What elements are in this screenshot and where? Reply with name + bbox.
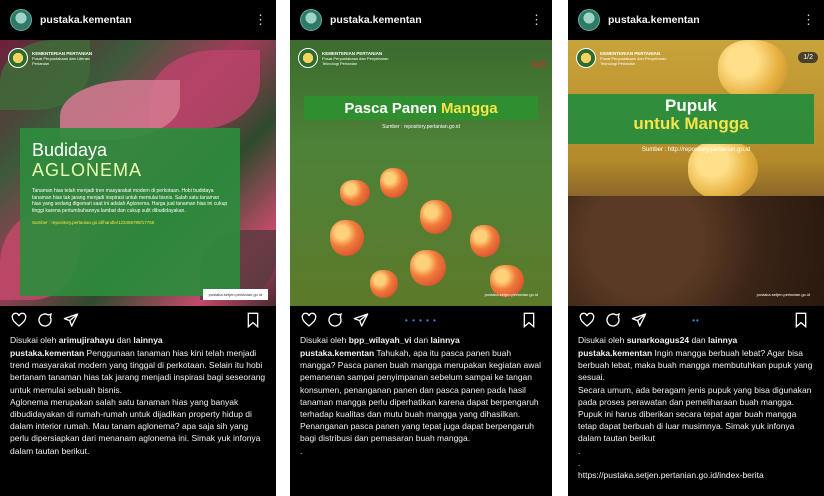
info-card: Budidaya AGLONEMA Tanaman hias telah men… — [20, 128, 240, 296]
carousel-pager: •• — [692, 315, 700, 325]
mango-fruit — [340, 180, 370, 206]
mango-fruit — [420, 200, 452, 234]
caption-username[interactable]: pustaka.kementan — [578, 348, 652, 358]
post-username[interactable]: pustaka.kementan — [330, 14, 530, 26]
more-options-icon[interactable]: ⋮ — [530, 12, 543, 28]
caption-link[interactable]: https://pustaka.setjen.pertanian.go.id/i… — [578, 469, 814, 481]
card-title: Budidaya — [32, 140, 108, 160]
post-header: pustaka.kementan ⋮ — [568, 0, 824, 40]
carousel-counter-badge: 1/2 — [798, 52, 818, 63]
liked-by-others[interactable]: lainnya — [708, 335, 737, 345]
site-tag: pustaka.setjen.pertanian.go.id — [756, 292, 810, 297]
post-header: pustaka.kementan ⋮ — [290, 0, 552, 40]
liked-by-others[interactable]: lainnya — [430, 335, 459, 345]
post-actions — [0, 306, 276, 334]
ministry-seal-icon — [576, 48, 596, 68]
card-subtitle: AGLONEMA — [32, 160, 143, 180]
post-actions: • • • • • — [290, 306, 552, 334]
liked-by-user[interactable]: bpp_wilayah_vi — [349, 335, 412, 345]
card-body: Tanaman hias telah menjadi tren masyarak… — [32, 188, 228, 214]
post-image[interactable]: KEMENTERIAN PERTANIAN Pusat Perpustakaan… — [290, 40, 552, 306]
mango-fruit — [470, 225, 500, 257]
ministry-logo: KEMENTERIAN PERTANIAN Pusat Perpustakaan… — [298, 48, 392, 68]
post-header: pustaka.kementan ⋮ — [0, 0, 276, 40]
liked-by-prefix: Disukai oleh — [10, 335, 57, 345]
mango-fruit — [410, 250, 446, 286]
avatar[interactable] — [10, 9, 32, 31]
instagram-post-aglonema: pustaka.kementan ⋮ KEMENTERIAN PERTANIAN… — [0, 0, 276, 496]
avatar[interactable] — [578, 9, 600, 31]
liked-by-user[interactable]: arimujirahayu — [59, 335, 115, 345]
bookmark-icon[interactable] — [242, 309, 264, 331]
caption-text: . — [578, 457, 581, 468]
post-actions: •• — [568, 306, 824, 334]
bookmark-icon[interactable] — [790, 309, 812, 331]
ministry-seal-icon — [298, 48, 318, 68]
image-title: Pasca Panen — [344, 99, 437, 117]
caption-text: Penanganan pasca panen yang tepat juga d… — [300, 421, 534, 444]
carousel-pager: • • • • • — [405, 315, 437, 325]
post-image[interactable]: KEMENTERIAN PERTANIAN Pusat Perpustakaan… — [0, 40, 276, 306]
post-username[interactable]: pustaka.kementan — [608, 14, 802, 26]
ministry-logo: KEMENTERIAN PERTANIAN Pusat Perpustakaan… — [576, 48, 670, 68]
more-options-icon[interactable]: ⋮ — [802, 12, 815, 28]
post-caption: pustaka.kementan Penggunaan tanaman hias… — [0, 346, 276, 457]
share-send-icon[interactable] — [350, 309, 372, 331]
image-title-banner: Pupuk untuk Mangga — [568, 94, 814, 144]
like-heart-icon[interactable] — [8, 309, 30, 331]
caption-text: Aglonema merupakan salah satu tanaman hi… — [10, 396, 261, 456]
image-title: Pupuk — [665, 96, 717, 115]
liked-by-user[interactable]: sunarkoagus24 — [627, 335, 689, 345]
mango-fruit — [330, 220, 364, 256]
caption-text: Tahukah, apa itu pasca panen buah mangga… — [300, 348, 542, 420]
ministry-subtitle: Pusat Perpustakaan dan Literasi Pertania… — [32, 55, 90, 66]
share-send-icon[interactable] — [60, 309, 82, 331]
ministry-seal-icon — [8, 48, 28, 68]
liked-by-suffix: dan — [691, 335, 706, 345]
image-source: Sumber : http://repository.pertanian.go.… — [641, 147, 751, 153]
like-heart-icon[interactable] — [298, 309, 320, 331]
image-title-highlight: Mangga — [440, 99, 498, 117]
liked-by-suffix: dan — [116, 335, 131, 345]
image-title-highlight: untuk Mangga — [633, 114, 749, 133]
site-tag: pustaka.setjen.pertanian.go.id — [202, 289, 268, 300]
ministry-subtitle: Pusat Perpustakaan dan Penyebaran Teknol… — [322, 55, 389, 66]
instagram-post-pupuk-mangga: pustaka.kementan ⋮ KEMENTERIAN PERTANIAN… — [568, 0, 824, 496]
ministry-subtitle: Pusat Perpustakaan dan Penyebaran Teknol… — [600, 55, 667, 66]
instagram-post-pasca-panen: pustaka.kementan ⋮ KEMENTERIAN PERTANIAN… — [290, 0, 552, 496]
image-title-banner: Pasca Panen Mangga — [304, 96, 538, 120]
post-image[interactable]: KEMENTERIAN PERTANIAN Pusat Perpustakaan… — [568, 40, 824, 306]
liked-by-suffix: dan — [413, 335, 429, 345]
post-caption: pustaka.kementan Tahukah, apa itu pasca … — [290, 346, 552, 457]
g20-logo: G20 — [530, 60, 546, 69]
site-tag: pustaka.setjen.pertanian.go.id — [484, 292, 538, 297]
like-heart-icon[interactable] — [576, 309, 598, 331]
image-source: Sumber : repository.pertanian.go.id — [382, 124, 460, 130]
liked-by-text: Disukai oleh sunarkoagus24 dan lainnya — [568, 334, 824, 346]
comment-icon[interactable] — [324, 309, 346, 331]
caption-username[interactable]: pustaka.kementan — [10, 348, 84, 358]
mango-fruit — [718, 40, 788, 100]
mango-fruit — [370, 270, 398, 298]
ministry-logo: KEMENTERIAN PERTANIAN Pusat Perpustakaan… — [8, 48, 102, 68]
mango-fruit — [380, 168, 408, 198]
post-username[interactable]: pustaka.kementan — [40, 14, 254, 26]
liked-by-prefix: Disukai oleh — [300, 335, 347, 345]
liked-by-prefix: Disukai oleh — [578, 335, 625, 345]
post-caption: pustaka.kementan Ingin mangga berbuah le… — [568, 346, 824, 481]
more-options-icon[interactable]: ⋮ — [254, 12, 267, 28]
share-send-icon[interactable] — [628, 309, 650, 331]
card-source: Sumber : repository.pertanian.go.id/hand… — [32, 220, 155, 225]
avatar[interactable] — [300, 9, 322, 31]
comment-icon[interactable] — [34, 309, 56, 331]
caption-text: . — [300, 445, 303, 456]
liked-by-text: Disukai oleh arimujirahayu dan lainnya — [0, 334, 276, 346]
caption-username[interactable]: pustaka.kementan — [300, 348, 374, 358]
comment-icon[interactable] — [602, 309, 624, 331]
caption-text: Secara umum, ada beragam jenis pupuk yan… — [578, 384, 812, 444]
liked-by-text: Disukai oleh bpp_wilayah_vi dan lainnya — [290, 334, 552, 346]
caption-text: . — [578, 445, 581, 456]
bookmark-icon[interactable] — [518, 309, 540, 331]
liked-by-others[interactable]: lainnya — [133, 335, 162, 345]
